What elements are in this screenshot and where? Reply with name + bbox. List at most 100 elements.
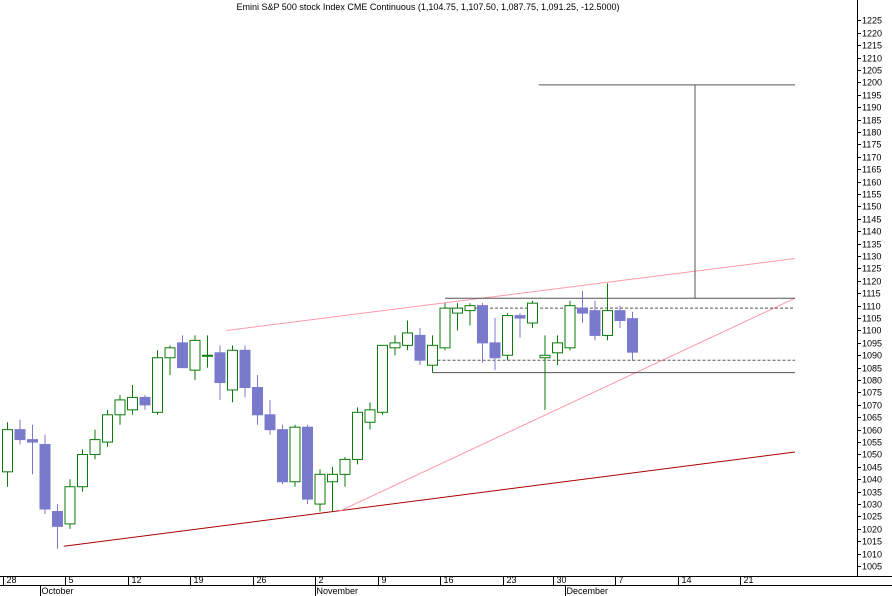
y-tick-label: 1185 <box>862 116 881 126</box>
candle-body-up <box>289 426 301 483</box>
candle <box>452 303 463 331</box>
candle <box>402 320 413 351</box>
y-tick-label: 1125 <box>862 264 881 274</box>
x-tick-label: 28 <box>7 575 17 585</box>
x-tick-label: 9 <box>382 575 387 585</box>
candle <box>364 402 376 430</box>
candle-body-up <box>127 396 138 411</box>
candle <box>227 345 238 403</box>
y-tick-label: 1065 <box>862 413 882 423</box>
y-tick-label: 1115 <box>862 289 881 299</box>
y-tick-label: 1150 <box>862 202 881 212</box>
candle <box>127 385 138 415</box>
candle <box>314 469 326 512</box>
candle-body-up <box>227 349 238 391</box>
y-tick-label: 1020 <box>862 525 882 535</box>
y-tick-label: 1140 <box>862 227 881 237</box>
candle-body-up <box>389 342 401 349</box>
candle-body-up <box>364 409 376 423</box>
candle-body-down <box>302 426 313 500</box>
candle-body-up <box>339 458 351 475</box>
candle <box>39 434 51 514</box>
candle <box>152 350 163 415</box>
y-tick-label: 1070 <box>862 401 882 411</box>
candle-body-down <box>239 349 251 389</box>
y-tick-label: 1030 <box>862 500 882 510</box>
candle-body-down <box>252 387 263 416</box>
candle <box>52 504 63 549</box>
candle <box>102 409 113 448</box>
annotations <box>63 84 796 547</box>
candle <box>114 394 126 425</box>
y-tick-label: 1220 <box>862 29 882 39</box>
y-tick-label: 1180 <box>862 128 881 138</box>
y-axis: 1005 1010 1015 1020 1025 1030 1035 1040 1045 1050… <box>857 16 882 572</box>
candle <box>189 335 201 381</box>
candle-body-down <box>52 511 63 527</box>
y-tick-label: 1005 <box>862 562 882 572</box>
candle <box>214 345 226 400</box>
candle-body-up <box>327 473 338 483</box>
x-tick-label: 12 <box>132 575 142 585</box>
candle-body-down <box>614 310 626 322</box>
candle <box>277 424 288 485</box>
candle <box>489 318 501 371</box>
x-tick-label: 21 <box>744 575 754 585</box>
candle <box>89 429 101 460</box>
y-tick-label: 1135 <box>862 240 881 250</box>
candle <box>377 344 388 415</box>
y-tick-label: 1145 <box>862 215 881 225</box>
y-tick-label: 1200 <box>862 78 882 88</box>
candle-body-up <box>89 439 101 455</box>
candle-body-up <box>202 354 213 357</box>
candle-body-down <box>514 315 526 319</box>
x-tick-label: 30 <box>557 575 567 585</box>
y-tick-label: 1050 <box>862 450 882 460</box>
candle-body-up <box>539 354 551 359</box>
y-tick-label: 1055 <box>862 438 882 448</box>
candle-body-up <box>439 307 451 349</box>
candle-body-down <box>277 429 288 483</box>
plot-border <box>0 0 892 586</box>
candle-body-up <box>114 399 126 416</box>
candle-body-up <box>314 473 326 505</box>
y-tick-label: 1090 <box>862 351 882 361</box>
y-tick-label: 1015 <box>862 537 882 547</box>
candle-body-up <box>402 332 413 346</box>
candle-body-up <box>502 315 513 356</box>
y-tick-label: 1205 <box>862 66 882 76</box>
x-tick-label: 26 <box>257 575 267 585</box>
chart-title: Emini S&P 500 stock Index CME Continuous… <box>236 2 619 12</box>
candle-body-down <box>27 439 38 443</box>
y-tick-label: 1210 <box>862 54 882 64</box>
y-tick-label: 1035 <box>862 488 882 498</box>
y-tick-label: 1025 <box>862 512 882 522</box>
candle <box>602 283 613 341</box>
candle-body-down <box>477 305 488 344</box>
y-tick-label: 1080 <box>862 376 882 386</box>
candle <box>264 399 276 435</box>
candle <box>339 456 351 487</box>
y-tick-label: 1130 <box>862 252 881 262</box>
candle <box>389 335 401 356</box>
candle-body-up <box>377 344 388 413</box>
candle-body-down <box>214 352 226 384</box>
chart: Emini S&P 500 stock Index CME Continuous… <box>0 0 892 596</box>
candle <box>177 335 188 369</box>
candle-body-down <box>489 342 501 359</box>
candle <box>139 394 151 410</box>
candle <box>414 327 426 366</box>
candle-body-up <box>189 339 201 371</box>
candle <box>202 335 213 368</box>
candle-body-down <box>264 414 276 431</box>
y-tick-label: 1190 <box>862 103 881 113</box>
candle <box>14 419 26 445</box>
x-month-label: October <box>42 586 74 596</box>
y-tick-label: 1195 <box>862 91 881 101</box>
candle <box>327 466 338 512</box>
y-tick-label: 1225 <box>862 16 882 26</box>
y-tick-label: 1160 <box>862 178 881 188</box>
candle-body-up <box>602 310 613 336</box>
candle <box>164 345 176 376</box>
candle <box>527 300 538 328</box>
